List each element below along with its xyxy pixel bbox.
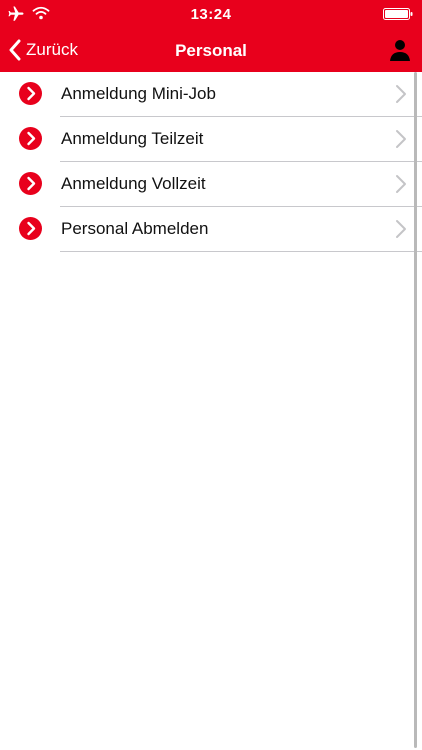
status-time: 13:24 <box>190 6 232 23</box>
list-item[interactable]: Anmeldung Teilzeit <box>0 117 422 162</box>
list-item-label: Anmeldung Mini-Job <box>61 84 216 103</box>
row-divider <box>60 251 422 252</box>
list-item[interactable]: Anmeldung Mini-Job <box>0 72 422 117</box>
chevron-right-badge-icon <box>19 172 42 195</box>
scrollbar[interactable] <box>414 72 417 748</box>
disclosure-chevron-icon <box>396 220 406 238</box>
list-item-label: Personal Abmelden <box>61 219 209 238</box>
list-item-label: Anmeldung Vollzeit <box>61 174 206 193</box>
disclosure-chevron-icon <box>396 85 406 103</box>
chevron-right-badge-icon <box>19 217 42 240</box>
status-bar: 13:24 <box>0 0 422 28</box>
navigation-bar: 13:24 Zurück Personal <box>0 0 422 72</box>
page-title: Personal <box>175 41 247 60</box>
chevron-right-badge-icon <box>19 127 42 150</box>
nav-bar: Zurück Personal <box>0 30 422 70</box>
disclosure-chevron-icon <box>396 130 406 148</box>
battery-icon <box>383 8 413 20</box>
menu-list: Anmeldung Mini-Job Anmeldung Teilzeit An… <box>0 72 422 252</box>
list-item[interactable]: Personal Abmelden <box>0 207 422 252</box>
user-profile-icon[interactable] <box>388 38 412 62</box>
chevron-right-badge-icon <box>19 82 42 105</box>
list-item[interactable]: Anmeldung Vollzeit <box>0 162 422 207</box>
disclosure-chevron-icon <box>396 175 406 193</box>
list-item-label: Anmeldung Teilzeit <box>61 129 204 148</box>
